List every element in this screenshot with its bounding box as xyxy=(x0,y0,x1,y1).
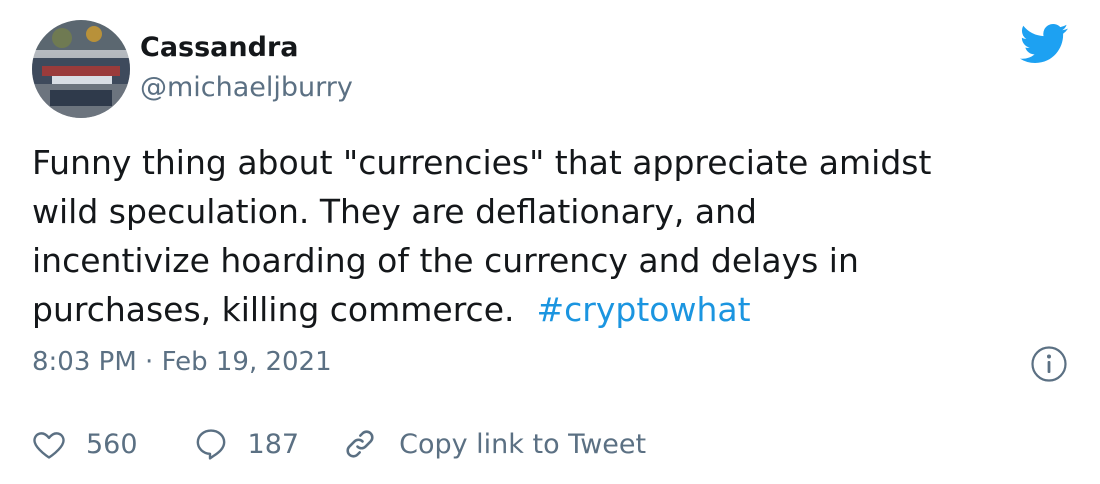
reply-button[interactable]: 187 xyxy=(194,427,300,461)
tweet-text: Funny thing about "currencies" that appr… xyxy=(32,138,1082,334)
like-button[interactable]: 560 xyxy=(32,428,138,460)
tweet-text-line: Funny thing about "currencies" that appr… xyxy=(32,143,932,182)
tweet-actions: 560 187 Copy link to Tweet xyxy=(32,422,646,466)
author-handle[interactable]: @michaeljburry xyxy=(140,70,353,106)
tweet-text-line-last: purchases, killing commerce. #cryptowhat xyxy=(32,285,1082,334)
info-icon[interactable] xyxy=(1030,345,1068,383)
copy-link-button[interactable]: Copy link to Tweet xyxy=(343,427,646,461)
hashtag-link[interactable]: #cryptowhat xyxy=(537,290,751,329)
avatar-image xyxy=(32,20,130,118)
reply-bubble-icon xyxy=(196,429,225,460)
heart-icon xyxy=(33,432,65,459)
timestamp-separator: · xyxy=(145,347,154,377)
author-name[interactable]: Cassandra xyxy=(140,30,298,66)
like-count: 560 xyxy=(86,428,138,460)
copy-link-label: Copy link to Tweet xyxy=(399,428,647,460)
twitter-bird-icon[interactable] xyxy=(1020,24,1068,64)
reply-count: 187 xyxy=(247,428,300,460)
tweet-time: 8:03 PM xyxy=(32,347,137,377)
tweet-text-line: wild speculation. They are deflationary,… xyxy=(32,192,757,231)
tweet-text-line: incentivize hoarding of the currency and… xyxy=(32,241,859,280)
tweet-text-line: purchases, killing commerce. xyxy=(32,290,515,329)
link-icon xyxy=(346,430,374,458)
avatar[interactable] xyxy=(32,20,130,118)
tweet-date: Feb 19, 2021 xyxy=(161,347,332,377)
tweet-timestamp[interactable]: 8:03 PM · Feb 19, 2021 xyxy=(32,344,332,380)
